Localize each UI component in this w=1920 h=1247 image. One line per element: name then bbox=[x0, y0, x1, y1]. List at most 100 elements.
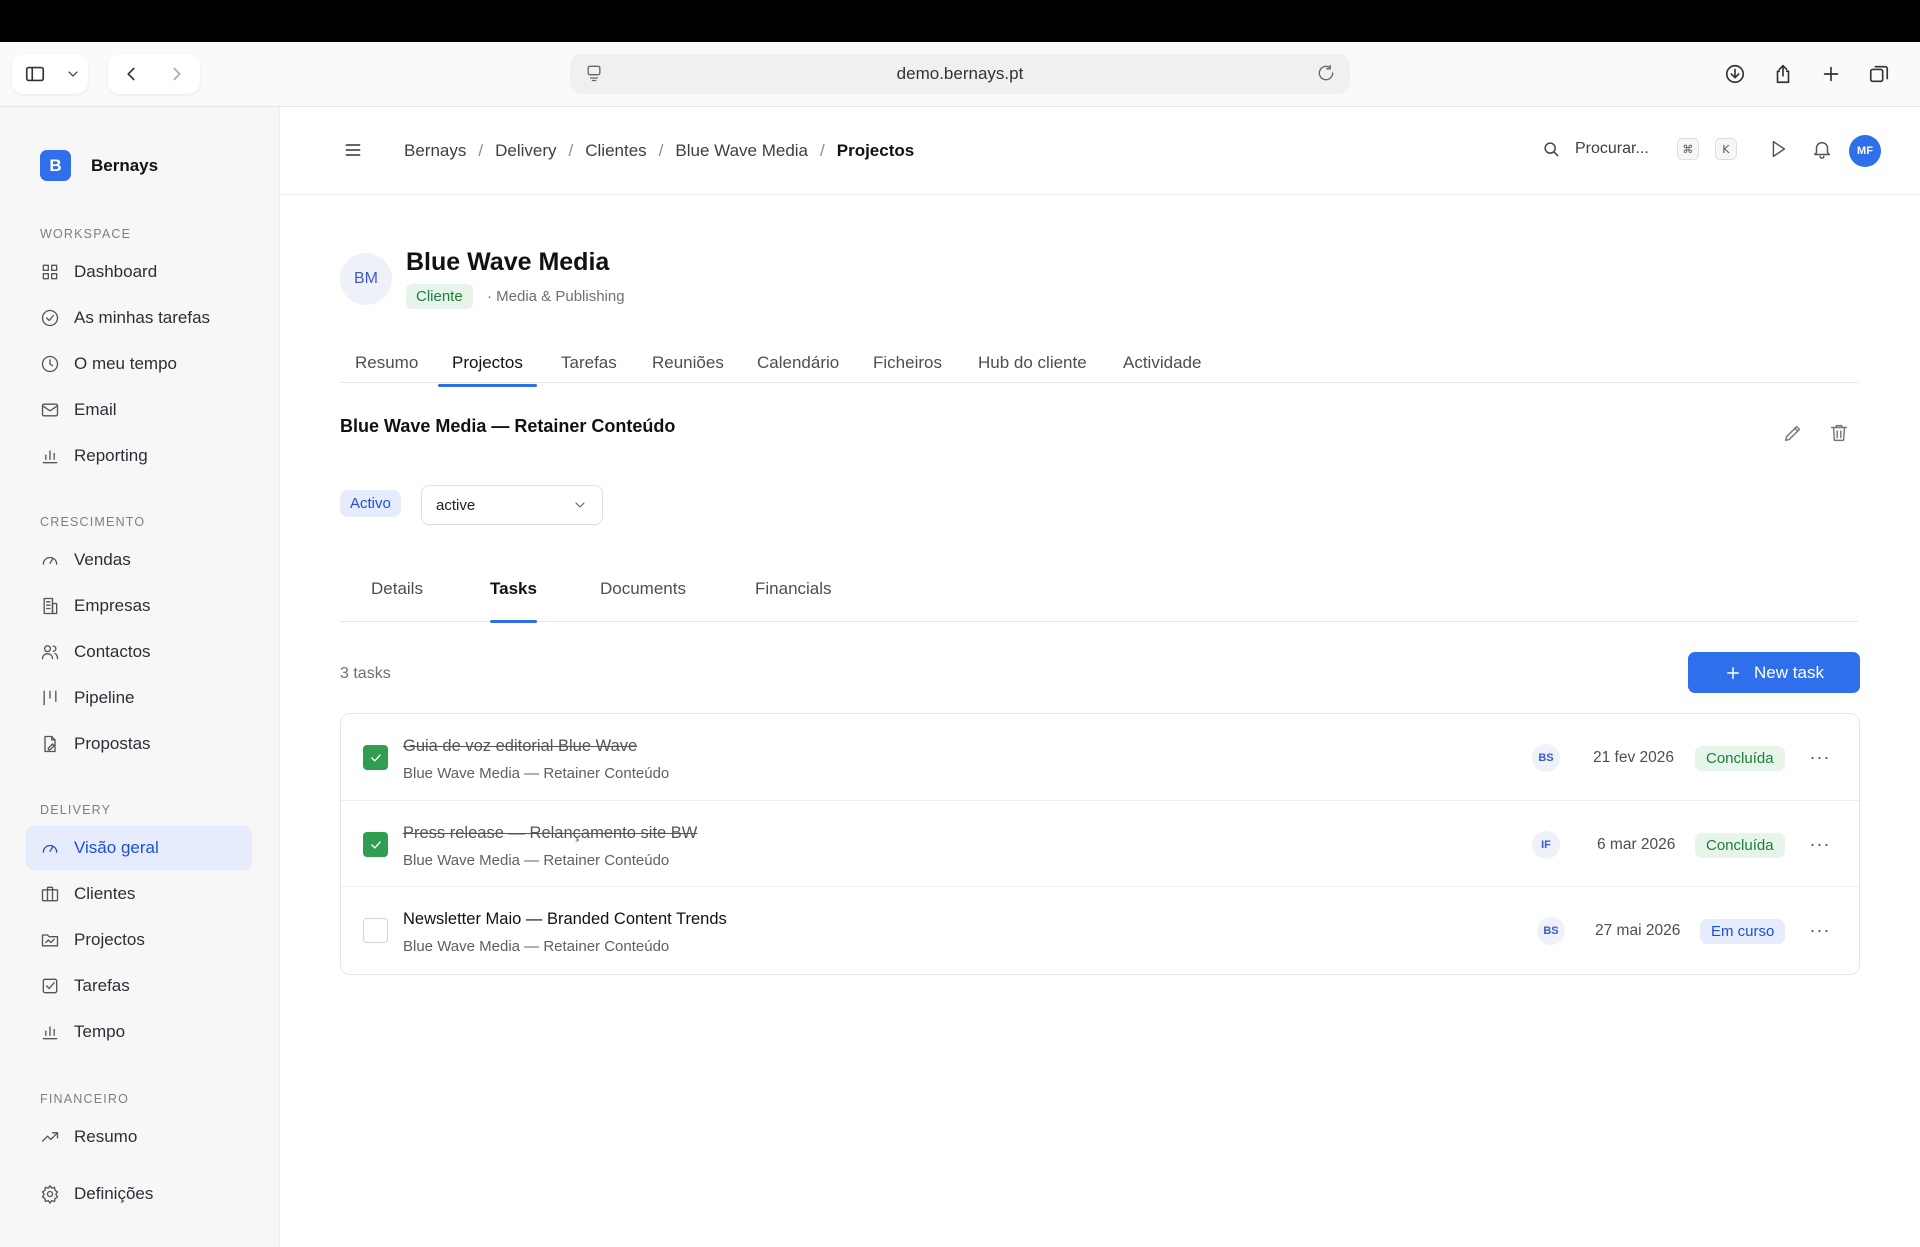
user-avatar[interactable]: MF bbox=[1849, 135, 1881, 167]
sidebar-item-pipeline[interactable]: Pipeline bbox=[26, 676, 252, 720]
gear-icon bbox=[41, 1185, 59, 1204]
sidebar-item-reporting[interactable]: Reporting bbox=[26, 434, 252, 478]
breadcrumb-item[interactable]: Clientes bbox=[585, 141, 646, 161]
tab-groups-dropdown[interactable] bbox=[58, 54, 88, 94]
client-type-badge: Cliente bbox=[406, 284, 473, 309]
breadcrumb-separator: / bbox=[478, 141, 484, 160]
pipeline-icon bbox=[43, 690, 57, 706]
task-title[interactable]: Newsletter Maio — Branded Content Trends bbox=[403, 910, 727, 929]
tab-details[interactable]: Details bbox=[371, 579, 423, 599]
document-edit-icon bbox=[44, 735, 56, 753]
sidebar-item-my-time[interactable]: O meu tempo bbox=[26, 342, 252, 386]
project-status-select[interactable]: active bbox=[421, 485, 603, 525]
sidebar-item-label: Email bbox=[74, 400, 117, 419]
client-avatar: BM bbox=[340, 253, 392, 305]
sidebar-item-label: Dashboard bbox=[74, 262, 158, 281]
page-menu-icon[interactable] bbox=[584, 63, 604, 88]
downloads-button[interactable] bbox=[1712, 54, 1758, 94]
tab-calendario[interactable]: Calendário bbox=[757, 353, 839, 373]
task-more-button[interactable]: ··· bbox=[1807, 744, 1833, 770]
back-button[interactable] bbox=[108, 54, 154, 94]
sidebar-item-resumo[interactable]: Resumo bbox=[26, 1115, 252, 1159]
sidebar-item-empresas[interactable]: Empresas bbox=[26, 584, 252, 628]
bar-chart-icon bbox=[42, 1026, 58, 1040]
task-checkbox[interactable] bbox=[363, 745, 388, 770]
delete-project-button[interactable] bbox=[1828, 422, 1850, 449]
search-trigger[interactable]: Procurar... ⌘ K bbox=[1541, 138, 1737, 160]
task-project: Blue Wave Media — Retainer Conteúdo bbox=[403, 765, 670, 782]
sidebar-item-tarefas[interactable]: Tarefas bbox=[26, 964, 252, 1008]
sidebar-item-definicoes[interactable]: Definições bbox=[26, 1172, 252, 1216]
brand[interactable]: B Bernays bbox=[40, 150, 158, 181]
task-row[interactable]: Newsletter Maio — Branded Content Trends… bbox=[341, 886, 1859, 972]
task-checkbox[interactable] bbox=[363, 832, 388, 857]
sidebar-item-projectos[interactable]: Projectos bbox=[26, 918, 252, 962]
tab-actividade[interactable]: Actividade bbox=[1123, 353, 1201, 373]
hamburger-icon bbox=[345, 144, 361, 156]
tab-resumo[interactable]: Resumo bbox=[355, 353, 418, 373]
notifications-button[interactable] bbox=[1811, 138, 1833, 165]
tab-reunioes[interactable]: Reuniões bbox=[652, 353, 724, 373]
forward-button[interactable] bbox=[154, 54, 200, 94]
sidebar: B Bernays WORKSPACE Dashboard As minhas … bbox=[0, 107, 280, 1247]
task-row[interactable]: Press release — Relançamento site BW Blu… bbox=[341, 800, 1859, 886]
new-tab-button[interactable] bbox=[1808, 54, 1854, 94]
sidebar-item-my-tasks[interactable]: As minhas tarefas bbox=[26, 296, 252, 340]
sidebar-item-contactos[interactable]: Contactos bbox=[26, 630, 252, 674]
task-title[interactable]: Press release — Relançamento site BW bbox=[403, 824, 697, 843]
edit-project-button[interactable] bbox=[1782, 422, 1804, 449]
download-icon bbox=[1725, 64, 1745, 84]
reload-icon[interactable] bbox=[1316, 63, 1336, 88]
tab-financials[interactable]: Financials bbox=[755, 579, 832, 599]
task-more-button[interactable]: ··· bbox=[1807, 917, 1833, 943]
new-task-label: New task bbox=[1754, 662, 1824, 682]
system-top-bar bbox=[0, 0, 1920, 42]
check-icon bbox=[370, 753, 381, 762]
menu-button[interactable] bbox=[343, 140, 363, 165]
start-timer-button[interactable] bbox=[1767, 138, 1789, 165]
sidebar-item-label: Empresas bbox=[74, 596, 151, 615]
tab-tarefas[interactable]: Tarefas bbox=[561, 353, 617, 373]
search-icon bbox=[1544, 142, 1559, 157]
new-task-button[interactable]: New task bbox=[1688, 652, 1860, 693]
share-button[interactable] bbox=[1760, 54, 1806, 94]
sidebar-item-clientes[interactable]: Clientes bbox=[26, 872, 252, 916]
sidebar-item-vendas[interactable]: Vendas bbox=[26, 538, 252, 582]
sidebar-item-email[interactable]: Email bbox=[26, 388, 252, 432]
grid-icon bbox=[42, 264, 58, 280]
section-label-delivery: DELIVERY bbox=[40, 803, 112, 817]
status-select-value: active bbox=[436, 496, 476, 514]
tab-hub-do-cliente[interactable]: Hub do cliente bbox=[978, 353, 1087, 373]
breadcrumb-item[interactable]: Delivery bbox=[495, 141, 556, 161]
task-due-date: 6 mar 2026 bbox=[1597, 836, 1676, 853]
tab-ficheiros[interactable]: Ficheiros bbox=[873, 353, 942, 373]
sidebar-item-label: Tempo bbox=[74, 1022, 126, 1041]
app-header: Bernays / Delivery / Clientes / Blue Wav… bbox=[281, 107, 1920, 195]
section-label-crescimento: CRESCIMENTO bbox=[40, 515, 146, 529]
tab-tasks[interactable]: Tasks bbox=[490, 579, 537, 623]
plus-icon bbox=[1823, 66, 1839, 82]
address-bar[interactable]: demo.bernays.pt bbox=[570, 54, 1350, 94]
tab-projectos[interactable]: Projectos bbox=[438, 353, 537, 387]
tab-overview-button[interactable] bbox=[1856, 54, 1902, 94]
sidebar-toggle-button[interactable] bbox=[12, 54, 58, 94]
task-checkbox[interactable] bbox=[363, 918, 388, 943]
sidebar-item-label: As minhas tarefas bbox=[74, 308, 211, 327]
breadcrumb-item[interactable]: Blue Wave Media bbox=[675, 141, 808, 161]
sidebar-item-propostas[interactable]: Propostas bbox=[26, 722, 252, 766]
sidebar-item-tempo[interactable]: Tempo bbox=[26, 1010, 252, 1054]
search-placeholder: Procurar... bbox=[1575, 140, 1649, 157]
sidebar-item-label: Propostas bbox=[74, 734, 151, 753]
section-label-workspace: WORKSPACE bbox=[40, 227, 132, 241]
browser-actions bbox=[1712, 54, 1902, 94]
project-status-badge: Activo bbox=[340, 490, 401, 517]
sidebar-item-label: Clientes bbox=[74, 884, 136, 903]
task-title[interactable]: Guia de voz editorial Blue Wave bbox=[403, 737, 637, 756]
task-row[interactable]: Guia de voz editorial Blue Wave Blue Wav… bbox=[341, 714, 1859, 800]
breadcrumb-item[interactable]: Bernays bbox=[404, 141, 466, 161]
sidebar-item-dashboard[interactable]: Dashboard bbox=[26, 250, 252, 294]
task-more-button[interactable]: ··· bbox=[1807, 831, 1833, 857]
breadcrumb-separator: / bbox=[658, 141, 664, 160]
sidebar-item-visao-geral[interactable]: Visão geral bbox=[26, 826, 252, 870]
tab-documents[interactable]: Documents bbox=[600, 579, 686, 599]
